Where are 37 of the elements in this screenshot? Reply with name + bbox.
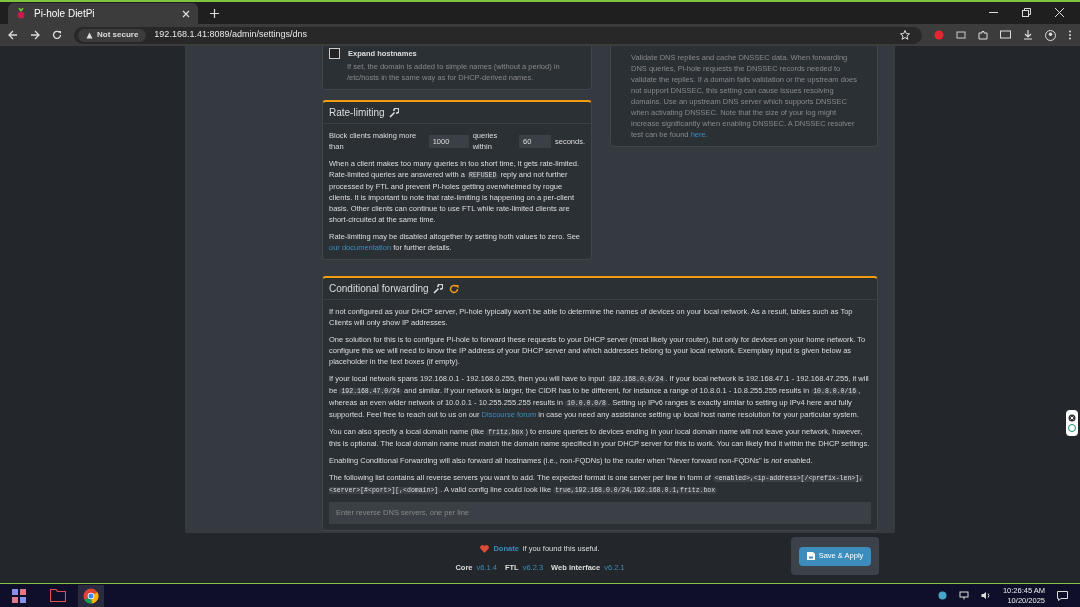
cast-icon[interactable] — [1000, 30, 1011, 40]
extension-icon[interactable] — [956, 30, 966, 40]
security-chip[interactable]: Not secure — [78, 28, 147, 42]
close-icon[interactable] — [1055, 8, 1064, 17]
browser-icon — [83, 587, 99, 604]
checkbox[interactable] — [329, 48, 340, 59]
back-icon[interactable] — [8, 30, 18, 40]
card-title: Rate-limiting — [329, 107, 385, 118]
speaker-icon[interactable] — [980, 591, 991, 600]
profile-icon[interactable] — [1045, 29, 1056, 41]
heart-icon — [480, 544, 490, 553]
network-icon[interactable] — [958, 591, 969, 600]
tray-icon[interactable] — [937, 591, 947, 600]
restore-icon[interactable] — [1022, 8, 1031, 17]
wrench-icon — [432, 283, 443, 294]
star-icon[interactable] — [900, 30, 910, 40]
start-icon[interactable] — [12, 588, 26, 603]
new-tab-icon[interactable] — [210, 9, 219, 18]
address-bar[interactable]: Not secure 192.168.1.41:8089/admin/settings/dns — [74, 26, 922, 44]
taskbar-button[interactable] — [78, 584, 104, 607]
close-icon[interactable] — [1068, 414, 1076, 422]
restart-icon — [448, 283, 459, 294]
side-widget[interactable] — [1066, 410, 1078, 436]
raspberry-icon — [16, 8, 26, 19]
card-title: Conditional forwarding — [329, 283, 429, 294]
url-text: 192.168.1.41:8089/admin/settings/dns — [154, 28, 308, 42]
notification-icon[interactable] — [1057, 590, 1068, 601]
browser-tab[interactable]: Pi-hole DietPi — [8, 3, 198, 24]
reload-icon[interactable] — [52, 30, 62, 40]
tab-title: Pi-hole DietPi — [34, 7, 96, 21]
menu-icon[interactable] — [1068, 30, 1072, 40]
wrench-icon — [388, 107, 399, 118]
forward-icon[interactable] — [30, 30, 40, 40]
warning-icon — [86, 31, 93, 39]
close-icon[interactable] — [182, 9, 190, 18]
folder-icon[interactable] — [50, 589, 66, 602]
download-icon[interactable] — [1023, 30, 1033, 40]
